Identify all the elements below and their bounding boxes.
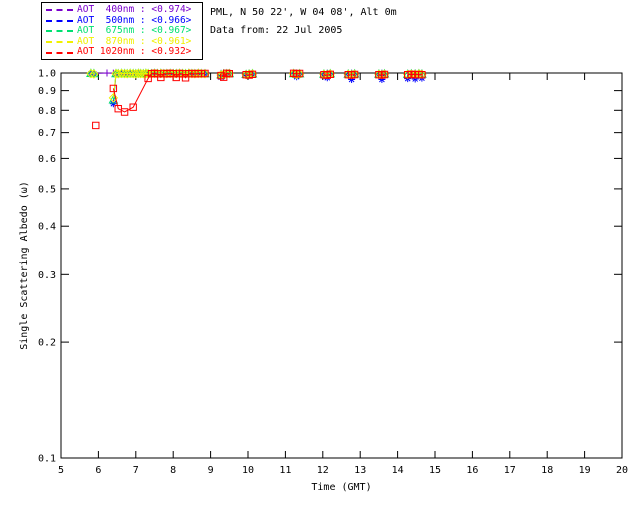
svg-text:0.5: 0.5 <box>38 184 56 195</box>
legend-label: AOT 400nm : <0.974> <box>77 4 192 15</box>
svg-text:9: 9 <box>208 465 214 476</box>
legend-item-aot-400nm: AOT 400nm : <0.974> <box>45 4 199 16</box>
svg-text:0.7: 0.7 <box>38 128 56 139</box>
svg-text:13: 13 <box>354 465 366 476</box>
svg-text:16: 16 <box>466 465 478 476</box>
svg-text:0.8: 0.8 <box>38 106 56 117</box>
legend-line-sample <box>46 41 73 44</box>
svg-text:10: 10 <box>242 465 254 476</box>
svg-text:15: 15 <box>429 465 441 476</box>
site-info: PML, N 50 22', W 04 08', Alt 0m Data fro… <box>210 4 397 40</box>
legend: AOT 400nm : <0.974> AOT 500nm : <0.966> AO… <box>41 2 203 60</box>
legend-item-aot-1020nm: AOT 1020nm : <0.932> <box>45 47 199 58</box>
plot-axes <box>60 72 623 459</box>
svg-text:0.4: 0.4 <box>38 222 56 233</box>
svg-text:0.2: 0.2 <box>38 338 56 349</box>
markers-square <box>92 69 426 130</box>
svg-text:1.0: 1.0 <box>38 69 56 80</box>
series-aot-1020nm <box>92 69 426 130</box>
x-axis-labels: 5 6 7 8 9 10 11 12 13 14 15 16 17 18 19 20 <box>58 465 628 476</box>
svg-text:0.9: 0.9 <box>38 86 56 97</box>
legend-line-sample <box>46 51 73 54</box>
y-axis-ticks <box>61 72 622 459</box>
svg-text:12: 12 <box>317 465 329 476</box>
svg-text:20: 20 <box>616 465 628 476</box>
svg-text:18: 18 <box>541 465 553 476</box>
svg-text:0.6: 0.6 <box>38 154 56 165</box>
y-axis-title: Single Scattering Albedo (ω) <box>19 181 30 350</box>
svg-text:17: 17 <box>504 465 516 476</box>
y-axis-labels: 1.0 0.9 0.8 0.7 0.6 0.5 0.4 0.3 0.2 0.1 <box>38 69 56 465</box>
x-axis-ticks <box>60 73 623 458</box>
legend-line-sample <box>46 30 73 33</box>
svg-text:8: 8 <box>170 465 176 476</box>
legend-label: AOT 1020nm : <0.932> <box>77 46 192 58</box>
markers-diamond <box>86 68 427 103</box>
svg-text:11: 11 <box>279 465 291 476</box>
legend-line-sample <box>46 19 73 22</box>
svg-text:0.1: 0.1 <box>38 454 56 465</box>
series-aot-870nm <box>86 68 427 103</box>
ssa-chart: 5 6 7 8 9 10 11 12 13 14 15 16 17 18 19 20 1.0 0.9 0.8 0.7 0… <box>19 68 628 493</box>
svg-text:5: 5 <box>58 465 64 476</box>
svg-text:19: 19 <box>579 465 591 476</box>
data-date-text: Data from: 22 Jul 2005 <box>210 25 343 36</box>
x-axis-title: Time (GMT) <box>311 482 371 493</box>
svg-text:0.3: 0.3 <box>38 270 56 281</box>
ssa-plot-screen: { "header": { "site_line": "PML, N 50 22… <box>0 0 640 512</box>
svg-text:7: 7 <box>133 465 139 476</box>
site-location-text: PML, N 50 22', W 04 08', Alt 0m <box>210 7 397 18</box>
svg-text:6: 6 <box>95 465 101 476</box>
svg-text:14: 14 <box>392 465 404 476</box>
legend-line-sample <box>46 9 73 12</box>
